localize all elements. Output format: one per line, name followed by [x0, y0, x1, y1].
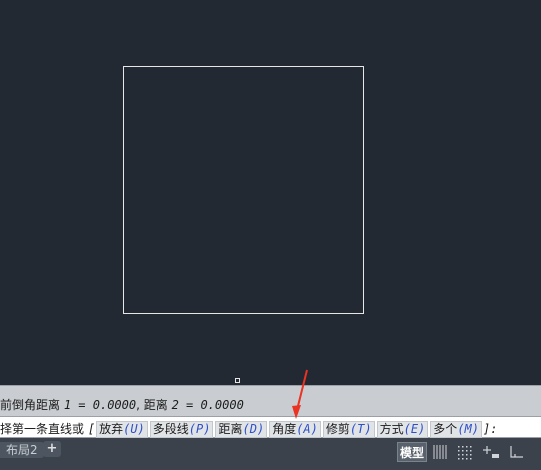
history-prefix: 前倒角距离	[0, 398, 61, 412]
ortho-icon[interactable]	[506, 442, 528, 462]
option-multiple[interactable]: 多个(M)	[430, 421, 482, 438]
prompt-close: ]:	[483, 422, 498, 436]
option-angle[interactable]: 角度(A)	[269, 421, 321, 438]
option-polyline[interactable]: 多段线(P)	[149, 421, 214, 438]
option-key: (E)	[403, 422, 426, 436]
snap-dots-icon[interactable]	[454, 442, 476, 462]
option-key: (P)	[188, 422, 211, 436]
command-history-line: 前倒角距离 1 = 0.0000, 距离 2 = 0.0000	[0, 396, 244, 413]
grid-icon[interactable]	[430, 442, 452, 462]
option-label: 修剪	[325, 422, 350, 436]
drawn-rectangle[interactable]	[123, 66, 364, 314]
history-value-2: 2 = 0.0000	[171, 398, 244, 412]
option-key: (M)	[457, 422, 479, 436]
history-value-1: 1 = 0.0000	[63, 398, 137, 412]
option-label: 方式	[379, 422, 404, 436]
status-bar: 布局2 + 模型	[0, 438, 541, 470]
option-trim[interactable]: 修剪(T)	[322, 421, 375, 438]
option-distance[interactable]: 距离(D)	[215, 421, 268, 438]
command-prompt: 择第一条直线或 [放弃(U) 多段线(P) 距离(D) 角度(A) 修剪(T) 方式(E)…	[0, 420, 497, 438]
option-key: (D)	[242, 422, 265, 436]
drawing-canvas[interactable]	[0, 0, 541, 385]
option-key: (T)	[349, 422, 372, 436]
option-method[interactable]: 方式(E)	[376, 421, 429, 438]
snap-grip[interactable]	[235, 378, 240, 383]
prompt-open-bracket: [	[87, 422, 96, 436]
prompt-text: 择第一条直线或	[0, 422, 85, 436]
option-label: 多个	[433, 422, 458, 436]
option-label: 角度	[272, 422, 297, 436]
option-key: (A)	[296, 422, 318, 436]
option-label: 放弃	[99, 422, 124, 436]
dynamic-input-icon[interactable]	[480, 442, 502, 462]
option-key: (U)	[123, 422, 145, 436]
model-space-button[interactable]: 模型	[397, 442, 427, 462]
option-label: 多段线	[152, 422, 189, 436]
option-label: 距离	[218, 422, 243, 436]
add-layout-button[interactable]: +	[43, 441, 61, 457]
option-undo[interactable]: 放弃(U)	[96, 421, 148, 438]
history-mid: , 距离	[136, 398, 168, 412]
command-input-line[interactable]: 择第一条直线或 [放弃(U) 多段线(P) 距离(D) 角度(A) 修剪(T) 方式(E)…	[0, 416, 541, 438]
tab-layout2[interactable]: 布局2	[0, 442, 44, 458]
